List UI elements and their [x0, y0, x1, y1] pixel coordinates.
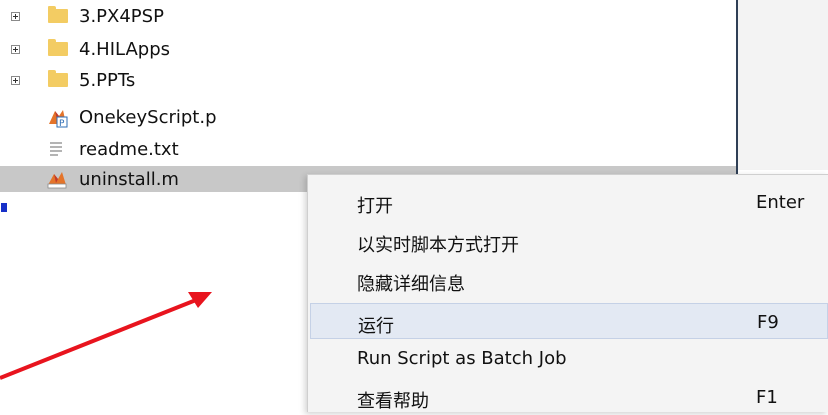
arrow-shaft	[0, 298, 197, 380]
annotation-arrow	[0, 292, 212, 380]
